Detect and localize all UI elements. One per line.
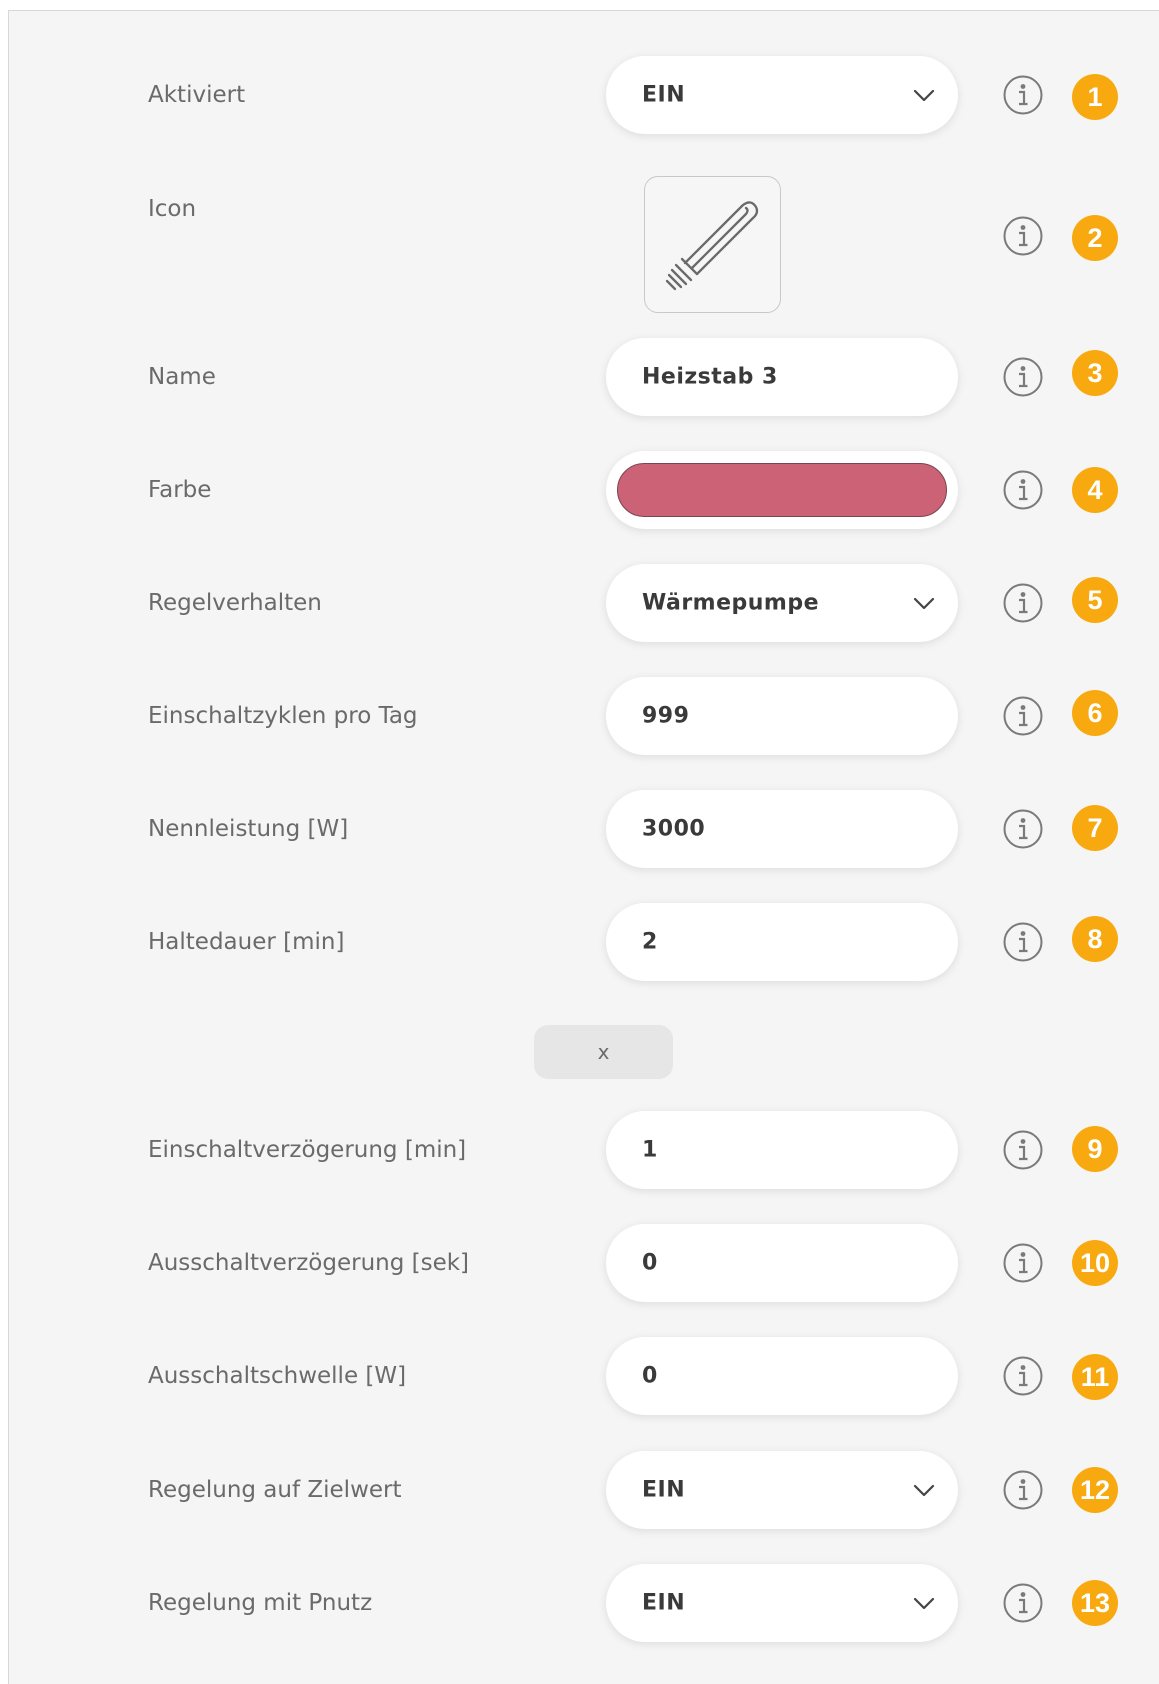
info-icon[interactable] xyxy=(1002,356,1044,398)
info-icon[interactable] xyxy=(1002,1469,1044,1511)
settings-panel: Aktiviert EIN 1 Icon 2 Name Heizstab 3 3… xyxy=(8,10,1159,1684)
heating-rod-icon xyxy=(665,201,759,291)
activated-value: EIN xyxy=(642,82,686,108)
activated-select[interactable]: EIN xyxy=(606,56,958,134)
step-badge-13: 13 xyxy=(1072,1580,1118,1626)
step-badge-3: 3 xyxy=(1072,350,1118,396)
chevron-down-icon xyxy=(913,89,935,102)
info-icon[interactable] xyxy=(1002,1242,1044,1284)
control-behavior-value: Wärmepumpe xyxy=(642,590,820,616)
switch-off-delay-input[interactable]: 0 xyxy=(606,1224,958,1302)
step-badge-9: 9 xyxy=(1072,1126,1118,1172)
step-badge-8: 8 xyxy=(1072,916,1118,962)
rated-power-label: Nennleistung [W] xyxy=(148,816,349,842)
target-control-value: EIN xyxy=(642,1477,686,1503)
control-behavior-label: Regelverhalten xyxy=(148,590,322,616)
chevron-down-icon xyxy=(913,1484,935,1497)
step-badge-11: 11 xyxy=(1072,1354,1118,1400)
hold-time-input[interactable]: 2 xyxy=(606,903,958,981)
info-icon[interactable] xyxy=(1002,582,1044,624)
hold-time-value: 2 xyxy=(642,929,658,955)
info-icon[interactable] xyxy=(1002,1129,1044,1171)
cycles-per-day-label: Einschaltzyklen pro Tag xyxy=(148,703,418,729)
target-control-label: Regelung auf Zielwert xyxy=(148,1477,402,1503)
pnutz-control-value: EIN xyxy=(642,1590,686,1616)
color-label: Farbe xyxy=(148,477,212,503)
pnutz-control-label: Regelung mit Pnutz xyxy=(148,1590,373,1616)
info-icon[interactable] xyxy=(1002,74,1044,116)
name-label: Name xyxy=(148,364,216,390)
cycles-per-day-input[interactable]: 999 xyxy=(606,677,958,755)
activated-label: Aktiviert xyxy=(148,82,246,108)
cycles-per-day-value: 999 xyxy=(642,703,690,729)
step-badge-7: 7 xyxy=(1072,805,1118,851)
chevron-down-icon xyxy=(913,1597,935,1610)
info-icon[interactable] xyxy=(1002,1355,1044,1397)
info-icon[interactable] xyxy=(1002,215,1044,257)
step-badge-1: 1 xyxy=(1072,74,1118,120)
info-icon[interactable] xyxy=(1002,808,1044,850)
control-behavior-select[interactable]: Wärmepumpe xyxy=(606,564,958,642)
icon-label: Icon xyxy=(148,196,197,222)
switch-off-threshold-label: Ausschaltschwelle [W] xyxy=(148,1363,407,1389)
icon-picker[interactable] xyxy=(644,176,781,313)
switch-off-threshold-input[interactable]: 0 xyxy=(606,1337,958,1415)
name-value: Heizstab 3 xyxy=(642,364,778,390)
step-badge-2: 2 xyxy=(1072,215,1118,261)
step-badge-5: 5 xyxy=(1072,577,1118,623)
info-icon[interactable] xyxy=(1002,1582,1044,1624)
switch-off-delay-value: 0 xyxy=(642,1250,658,1276)
info-icon[interactable] xyxy=(1002,921,1044,963)
switch-on-delay-label: Einschaltverzögerung [min] xyxy=(148,1137,467,1163)
name-input[interactable]: Heizstab 3 xyxy=(606,338,958,416)
step-badge-6: 6 xyxy=(1072,690,1118,736)
pnutz-control-select[interactable]: EIN xyxy=(606,1564,958,1642)
switch-off-threshold-value: 0 xyxy=(642,1363,658,1389)
step-badge-4: 4 xyxy=(1072,467,1118,513)
info-icon[interactable] xyxy=(1002,469,1044,511)
color-swatch xyxy=(617,463,947,517)
step-badge-10: 10 xyxy=(1072,1240,1118,1286)
switch-on-delay-value: 1 xyxy=(642,1137,658,1163)
chevron-down-icon xyxy=(913,597,935,610)
switch-off-delay-label: Ausschaltverzögerung [sek] xyxy=(148,1250,470,1276)
target-control-select[interactable]: EIN xyxy=(606,1451,958,1529)
rated-power-input[interactable]: 3000 xyxy=(606,790,958,868)
clear-button[interactable]: x xyxy=(534,1025,673,1079)
step-badge-12: 12 xyxy=(1072,1467,1118,1513)
color-picker[interactable] xyxy=(606,451,958,529)
hold-time-label: Haltedauer [min] xyxy=(148,929,345,955)
switch-on-delay-input[interactable]: 1 xyxy=(606,1111,958,1189)
info-icon[interactable] xyxy=(1002,695,1044,737)
rated-power-value: 3000 xyxy=(642,816,706,842)
